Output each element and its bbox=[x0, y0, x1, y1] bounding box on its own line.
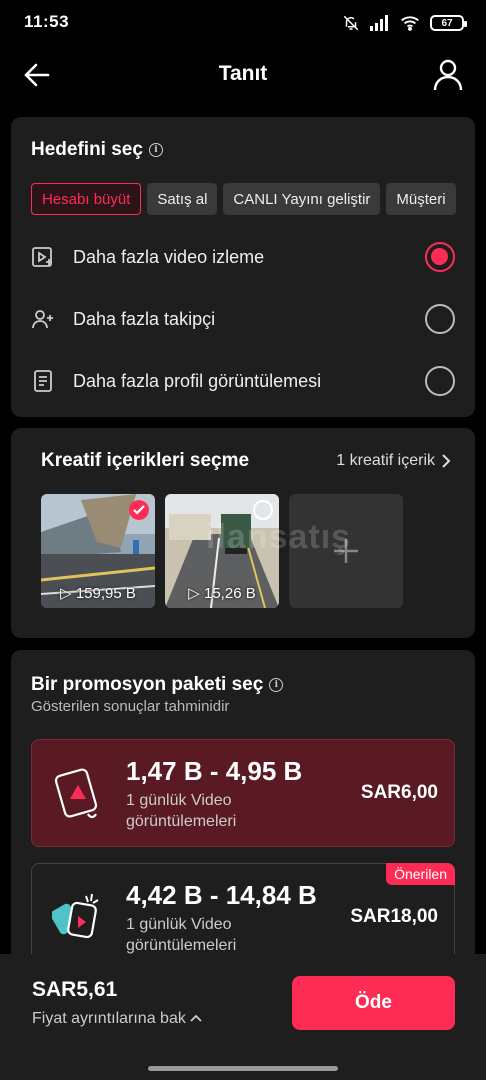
pay-button[interactable]: Öde bbox=[292, 976, 455, 1030]
package-price: SAR18,00 bbox=[350, 906, 438, 927]
goal-option-profile-views[interactable]: Daha fazla profil görüntülemesi bbox=[31, 361, 455, 401]
status-time: 11:53 bbox=[24, 12, 70, 31]
goal-option-followers[interactable]: Daha fazla takipçi bbox=[31, 299, 455, 339]
goal-chips: Hesabı büyüt Satış al CANLI Yayını geliş… bbox=[31, 183, 475, 217]
radio-button[interactable] bbox=[425, 366, 455, 396]
video-views-count: 15,26 B bbox=[204, 585, 256, 602]
wifi-icon bbox=[401, 16, 419, 31]
creative-header: Kreatif içerikleri seçme 1 kreatif içeri… bbox=[41, 450, 451, 472]
battery-icon: 67 bbox=[430, 15, 467, 31]
chevron-right-icon bbox=[442, 454, 451, 468]
battery-level: 67 bbox=[441, 17, 453, 29]
video-cards-icon bbox=[52, 893, 99, 939]
creative-title: Kreatif içerikleri seçme bbox=[41, 450, 250, 471]
total-price: SAR5,61 bbox=[32, 978, 118, 1001]
goal-card: Hedefini seç i Hesabı büyüt Satış al CAN… bbox=[11, 117, 475, 417]
goal-title: Hedefini seç bbox=[31, 139, 143, 160]
goal-option-label: Daha fazla takipçi bbox=[73, 308, 216, 329]
goal-section-title: Hedefini seç i bbox=[31, 139, 163, 161]
video-views-count: 159,95 B bbox=[75, 585, 136, 602]
profile-icon[interactable] bbox=[432, 58, 464, 92]
package-title: Bir promosyon paketi seç bbox=[31, 674, 264, 695]
chip-grow-account[interactable]: Hesabı büyüt bbox=[31, 183, 142, 215]
status-bar: 11:53 67 bbox=[0, 0, 486, 46]
radio-button[interactable] bbox=[425, 242, 455, 272]
package-subtitle: Gösterilen sonuçlar tahminidir bbox=[31, 698, 230, 715]
page-title: Tanıt bbox=[218, 62, 268, 85]
radio-button[interactable] bbox=[425, 304, 455, 334]
play-icon: ▷ bbox=[60, 585, 72, 602]
info-icon[interactable]: i bbox=[269, 678, 284, 692]
chip-get-sales[interactable]: Satış al bbox=[147, 183, 218, 215]
chip-customers[interactable]: Müşteri bbox=[386, 183, 456, 215]
package-option-1[interactable]: 1,47 B - 4,95 B 1 günlük Video görüntüle… bbox=[31, 739, 455, 847]
package-desc: 1 günlük Video görüntülemeleri bbox=[126, 916, 237, 954]
status-icons: 67 bbox=[342, 12, 467, 34]
video-play-icon bbox=[32, 247, 52, 267]
add-user-icon bbox=[32, 310, 53, 329]
watermark: ilansatış bbox=[206, 518, 352, 556]
document-icon bbox=[34, 370, 52, 392]
bell-muted-icon bbox=[343, 15, 359, 31]
price-details-label: Fiyat ayrıntılarına bak bbox=[32, 1010, 186, 1027]
checkmark-icon[interactable] bbox=[129, 500, 149, 520]
price-details-link[interactable]: Fiyat ayrıntılarına bak bbox=[32, 1010, 202, 1028]
package-range: 4,42 B - 14,84 B bbox=[126, 880, 317, 910]
package-section-title: Bir promosyon paketi seç i bbox=[31, 674, 284, 696]
chevron-up-icon bbox=[190, 1014, 202, 1022]
goal-option-video-views[interactable]: Daha fazla video izleme bbox=[31, 237, 455, 277]
bottom-bar: SAR5,61 Fiyat ayrıntılarına bak Öde bbox=[0, 954, 486, 1080]
video-thumbnail-1[interactable]: ▷ 159,95 B bbox=[41, 494, 155, 608]
signal-icon bbox=[370, 15, 388, 31]
package-card: Bir promosyon paketi seç i Gösterilen so… bbox=[11, 650, 475, 980]
package-range: 1,47 B - 4,95 B bbox=[126, 756, 303, 786]
video-card-icon bbox=[54, 768, 98, 819]
creative-count-link[interactable]: 1 kreatif içerik bbox=[336, 452, 451, 470]
creative-card: Kreatif içerikleri seçme 1 kreatif içeri… bbox=[11, 428, 475, 638]
creative-count-label: 1 kreatif içerik bbox=[336, 452, 435, 469]
video-views: ▷ 159,95 B bbox=[41, 584, 155, 602]
goal-option-label: Daha fazla profil görüntülemesi bbox=[73, 370, 322, 391]
play-icon: ▷ bbox=[188, 585, 200, 602]
chip-boost-live[interactable]: CANLI Yayını geliştir bbox=[223, 183, 381, 215]
info-icon[interactable]: i bbox=[148, 143, 163, 157]
nav-bar: Tanıt bbox=[0, 46, 486, 104]
package-desc: 1 günlük Video görüntülemeleri bbox=[126, 792, 237, 830]
package-price: SAR6,00 bbox=[360, 782, 438, 803]
video-views: ▷ 15,26 B bbox=[165, 584, 279, 602]
goal-option-label: Daha fazla video izleme bbox=[73, 246, 265, 267]
recommended-badge: Önerilen bbox=[386, 863, 455, 885]
select-circle[interactable] bbox=[253, 500, 273, 520]
home-indicator[interactable] bbox=[148, 1066, 338, 1071]
